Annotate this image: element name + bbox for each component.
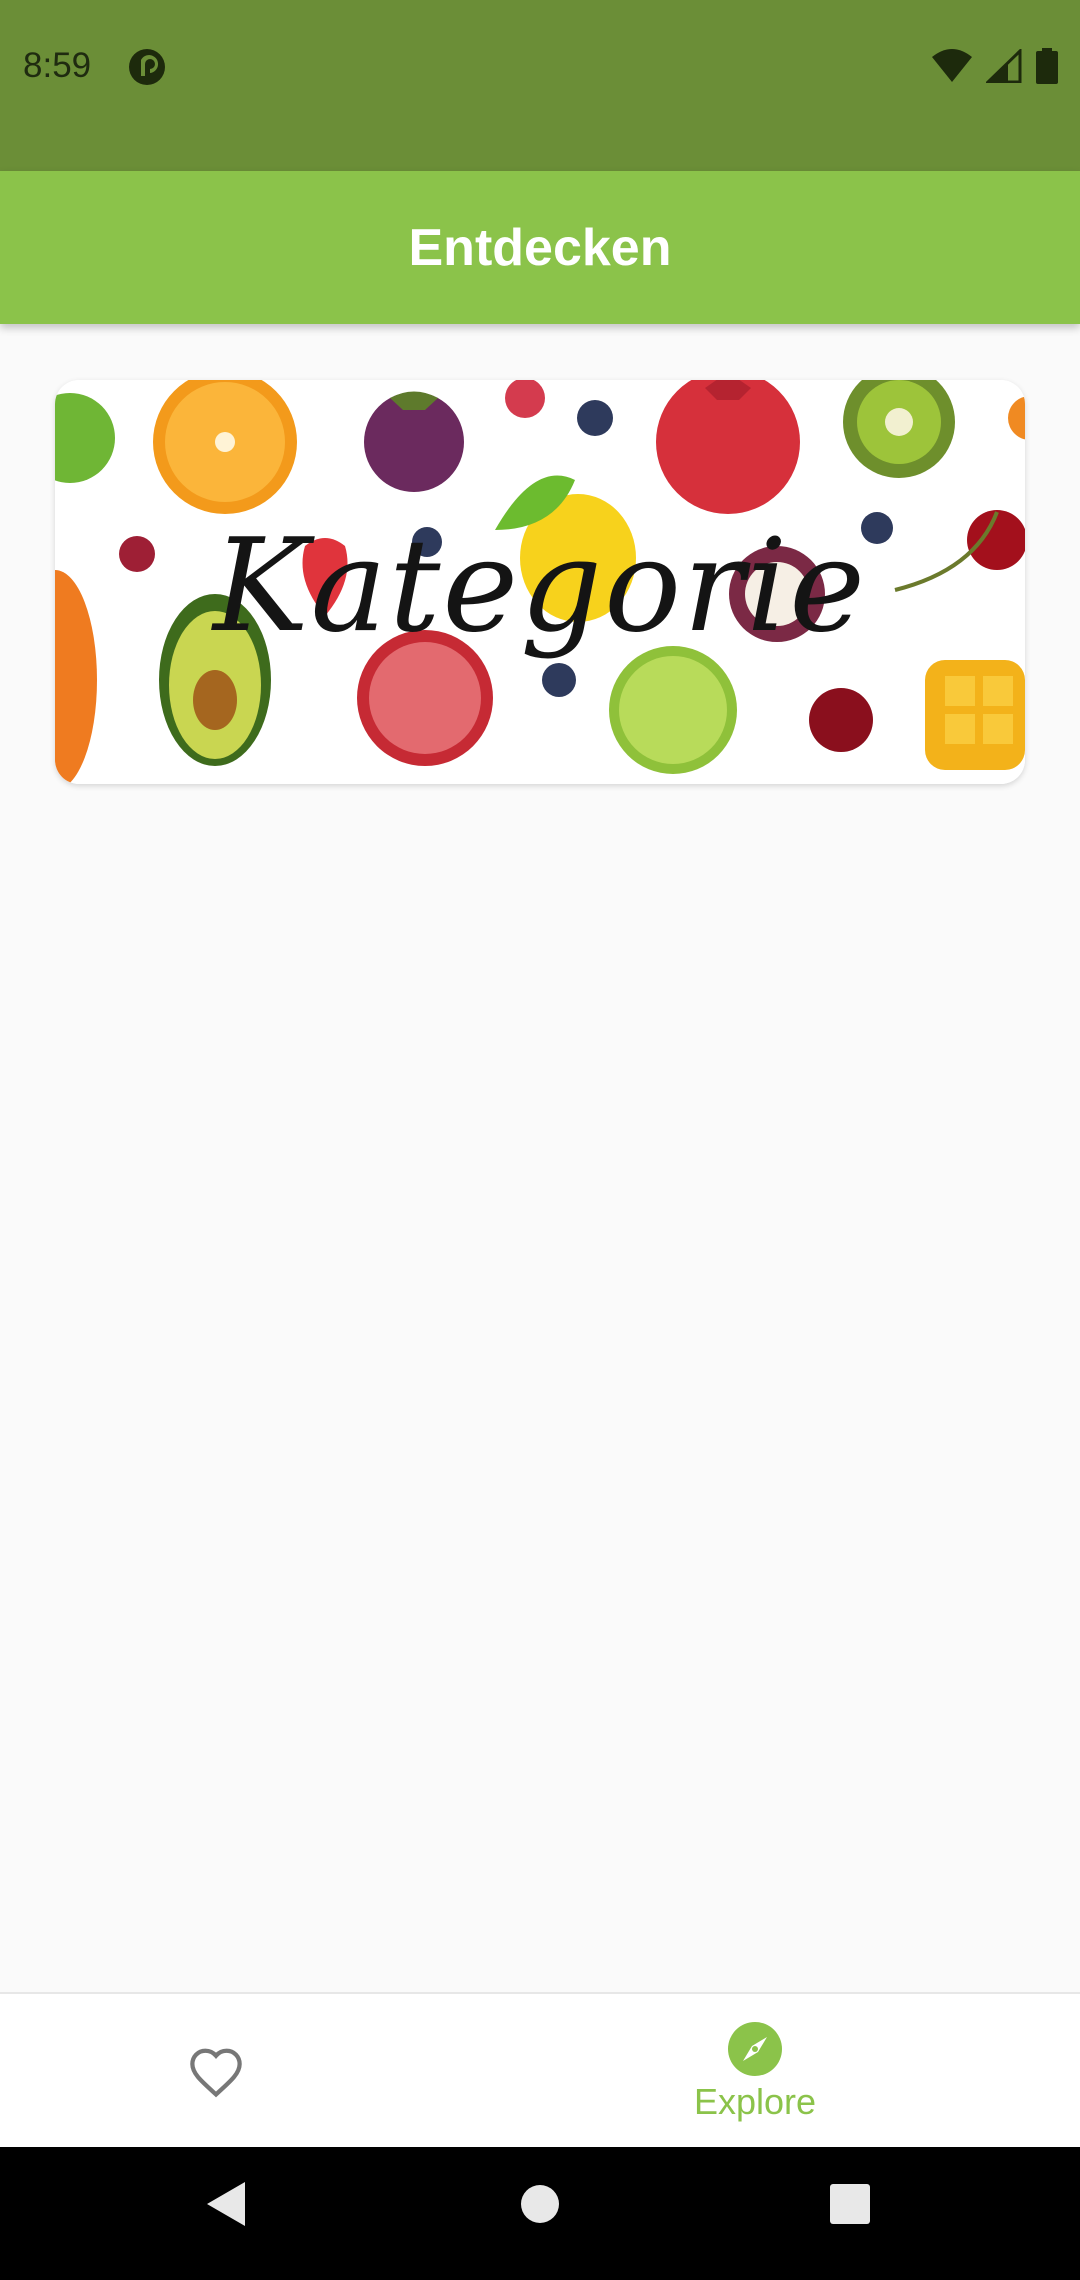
status-bar: 8:59	[0, 0, 1080, 171]
heart-outline-icon	[190, 2048, 242, 2097]
category-card[interactable]: Kategorie	[55, 380, 1025, 784]
category-label: Kategorie	[213, 511, 867, 661]
status-icons	[932, 48, 1058, 84]
status-time: 8:59	[23, 46, 92, 85]
page-title: Entdecken	[408, 218, 672, 277]
home-icon[interactable]	[520, 2180, 560, 2228]
nav-explore-label: Explore	[693, 2080, 817, 2122]
pocket-casts-icon	[129, 49, 165, 85]
system-navigation-bar	[0, 2147, 1080, 2280]
cellular-signal-icon	[986, 49, 1022, 83]
explore-content: Kategorie	[0, 324, 1080, 1992]
back-icon[interactable]	[205, 2180, 247, 2228]
battery-icon	[1036, 48, 1058, 84]
compass-icon	[728, 2021, 782, 2076]
wifi-icon	[932, 49, 972, 82]
bottom-navigation: Explore	[0, 1992, 1080, 2147]
app-bar: Entdecken	[0, 171, 1080, 324]
nav-favorites[interactable]	[0, 1994, 432, 2149]
recents-icon[interactable]	[829, 2180, 871, 2228]
nav-explore[interactable]: Explore	[540, 1994, 970, 2149]
